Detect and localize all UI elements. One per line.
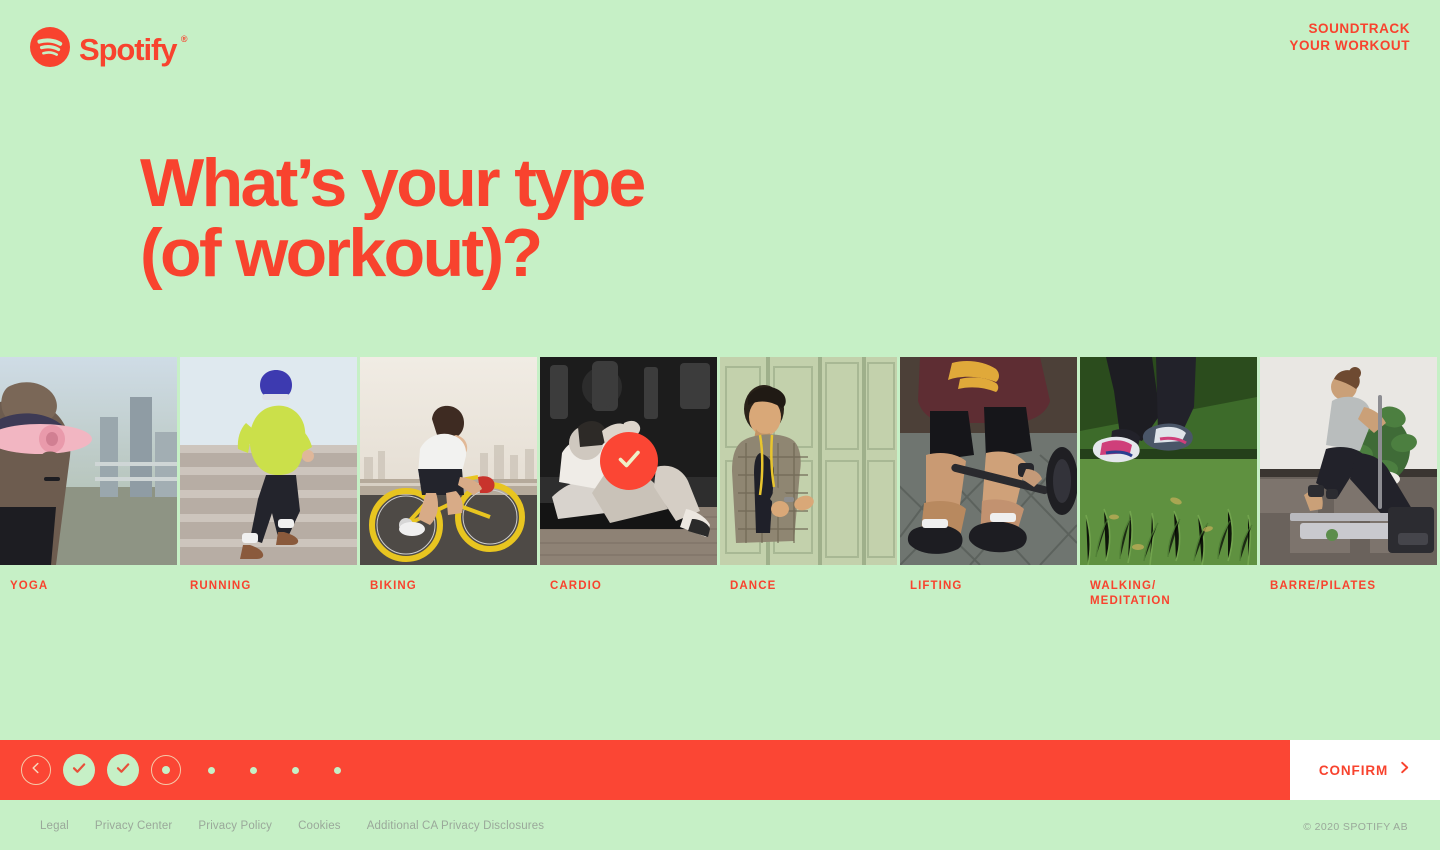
workout-label-yoga: YOGA <box>10 580 49 592</box>
workout-label-biking: BIKING <box>370 580 417 592</box>
workout-label-cardio: CARDIO <box>550 580 602 592</box>
footer-link-ca-disclosures[interactable]: Additional CA Privacy Disclosures <box>367 820 545 832</box>
spotify-wordmark-text: Spotify <box>79 32 177 67</box>
tagline-line-2: YOUR WORKOUT <box>1289 37 1410 53</box>
footer-link-privacy-policy[interactable]: Privacy Policy <box>198 820 272 832</box>
chevron-left-icon <box>30 761 42 779</box>
confirm-button[interactable]: CONFIRM <box>1290 740 1440 800</box>
workout-card-lifting[interactable] <box>900 357 1077 565</box>
chevron-right-icon <box>1398 761 1411 779</box>
workout-label-lifting: LIFTING <box>910 580 963 592</box>
check-icon <box>114 759 132 782</box>
check-icon <box>614 444 644 479</box>
workout-photo-biking <box>360 357 537 565</box>
step-indicator-7-upcoming[interactable] <box>334 766 341 774</box>
step-progress-bar <box>0 740 1290 800</box>
spotify-logo[interactable]: Spotify ® <box>30 27 187 72</box>
step-indicator-3-current[interactable] <box>151 755 181 785</box>
step-indicator-2-complete[interactable] <box>107 754 139 786</box>
workout-label-barre-pilates: BARRE/PILATES <box>1270 580 1377 592</box>
footer-link-legal[interactable]: Legal <box>40 820 69 832</box>
step-indicator-4-upcoming[interactable] <box>208 766 215 774</box>
spotify-logo-icon <box>30 27 70 72</box>
back-button[interactable] <box>21 755 51 785</box>
workout-label-walking-meditation: WALKING/ MEDITATION <box>1090 580 1171 607</box>
registered-mark: ® <box>180 34 188 44</box>
workout-photo-lifting <box>900 357 1077 565</box>
workout-photo-walking-meditation <box>1080 357 1257 565</box>
spotify-wordmark: Spotify ® <box>79 32 187 67</box>
workout-card-biking[interactable] <box>360 357 537 565</box>
tagline: SOUNDTRACK YOUR WORKOUT <box>1289 21 1410 54</box>
footer-link-list: Legal Privacy Center Privacy Policy Cook… <box>40 820 544 832</box>
workout-photo-running <box>180 357 357 565</box>
workout-card-yoga[interactable] <box>0 357 177 565</box>
step-indicator-6-upcoming[interactable] <box>292 766 299 774</box>
page-header: Spotify ® SOUNDTRACK YOUR WORKOUT <box>0 0 1440 92</box>
dot-icon <box>162 766 170 774</box>
footer-link-privacy-center[interactable]: Privacy Center <box>95 820 173 832</box>
workout-card-walking-meditation[interactable] <box>1080 357 1257 565</box>
workout-card-dance[interactable] <box>720 357 897 565</box>
footer-link-cookies[interactable]: Cookies <box>298 820 341 832</box>
workout-card-cardio[interactable] <box>540 357 717 565</box>
workout-photo-yoga <box>0 357 177 565</box>
selected-check-badge <box>599 432 658 490</box>
step-indicator-5-upcoming[interactable] <box>250 766 257 774</box>
confirm-button-label: CONFIRM <box>1318 762 1389 778</box>
tagline-line-1: SOUNDTRACK <box>1308 21 1410 36</box>
workout-label-running: RUNNING <box>190 580 252 592</box>
copyright-text: © 2020 SPOTIFY AB <box>1303 821 1408 833</box>
workout-card-barre-pilates[interactable] <box>1260 357 1437 565</box>
workout-photo-barre-pilates <box>1260 357 1437 565</box>
workout-card-running[interactable] <box>180 357 357 565</box>
page-footer: Legal Privacy Center Privacy Policy Cook… <box>0 800 1440 850</box>
page-title: What’s your type (of workout)? <box>140 145 646 291</box>
workout-type-card-strip <box>0 357 1440 565</box>
workout-photo-dance <box>720 357 897 565</box>
workout-type-label-row: YOGA RUNNING BIKING CARDIO DANCE LIFTING… <box>0 579 1440 629</box>
step-indicator-1-complete[interactable] <box>63 754 95 786</box>
workout-label-dance: DANCE <box>730 580 777 592</box>
check-icon <box>70 759 88 782</box>
